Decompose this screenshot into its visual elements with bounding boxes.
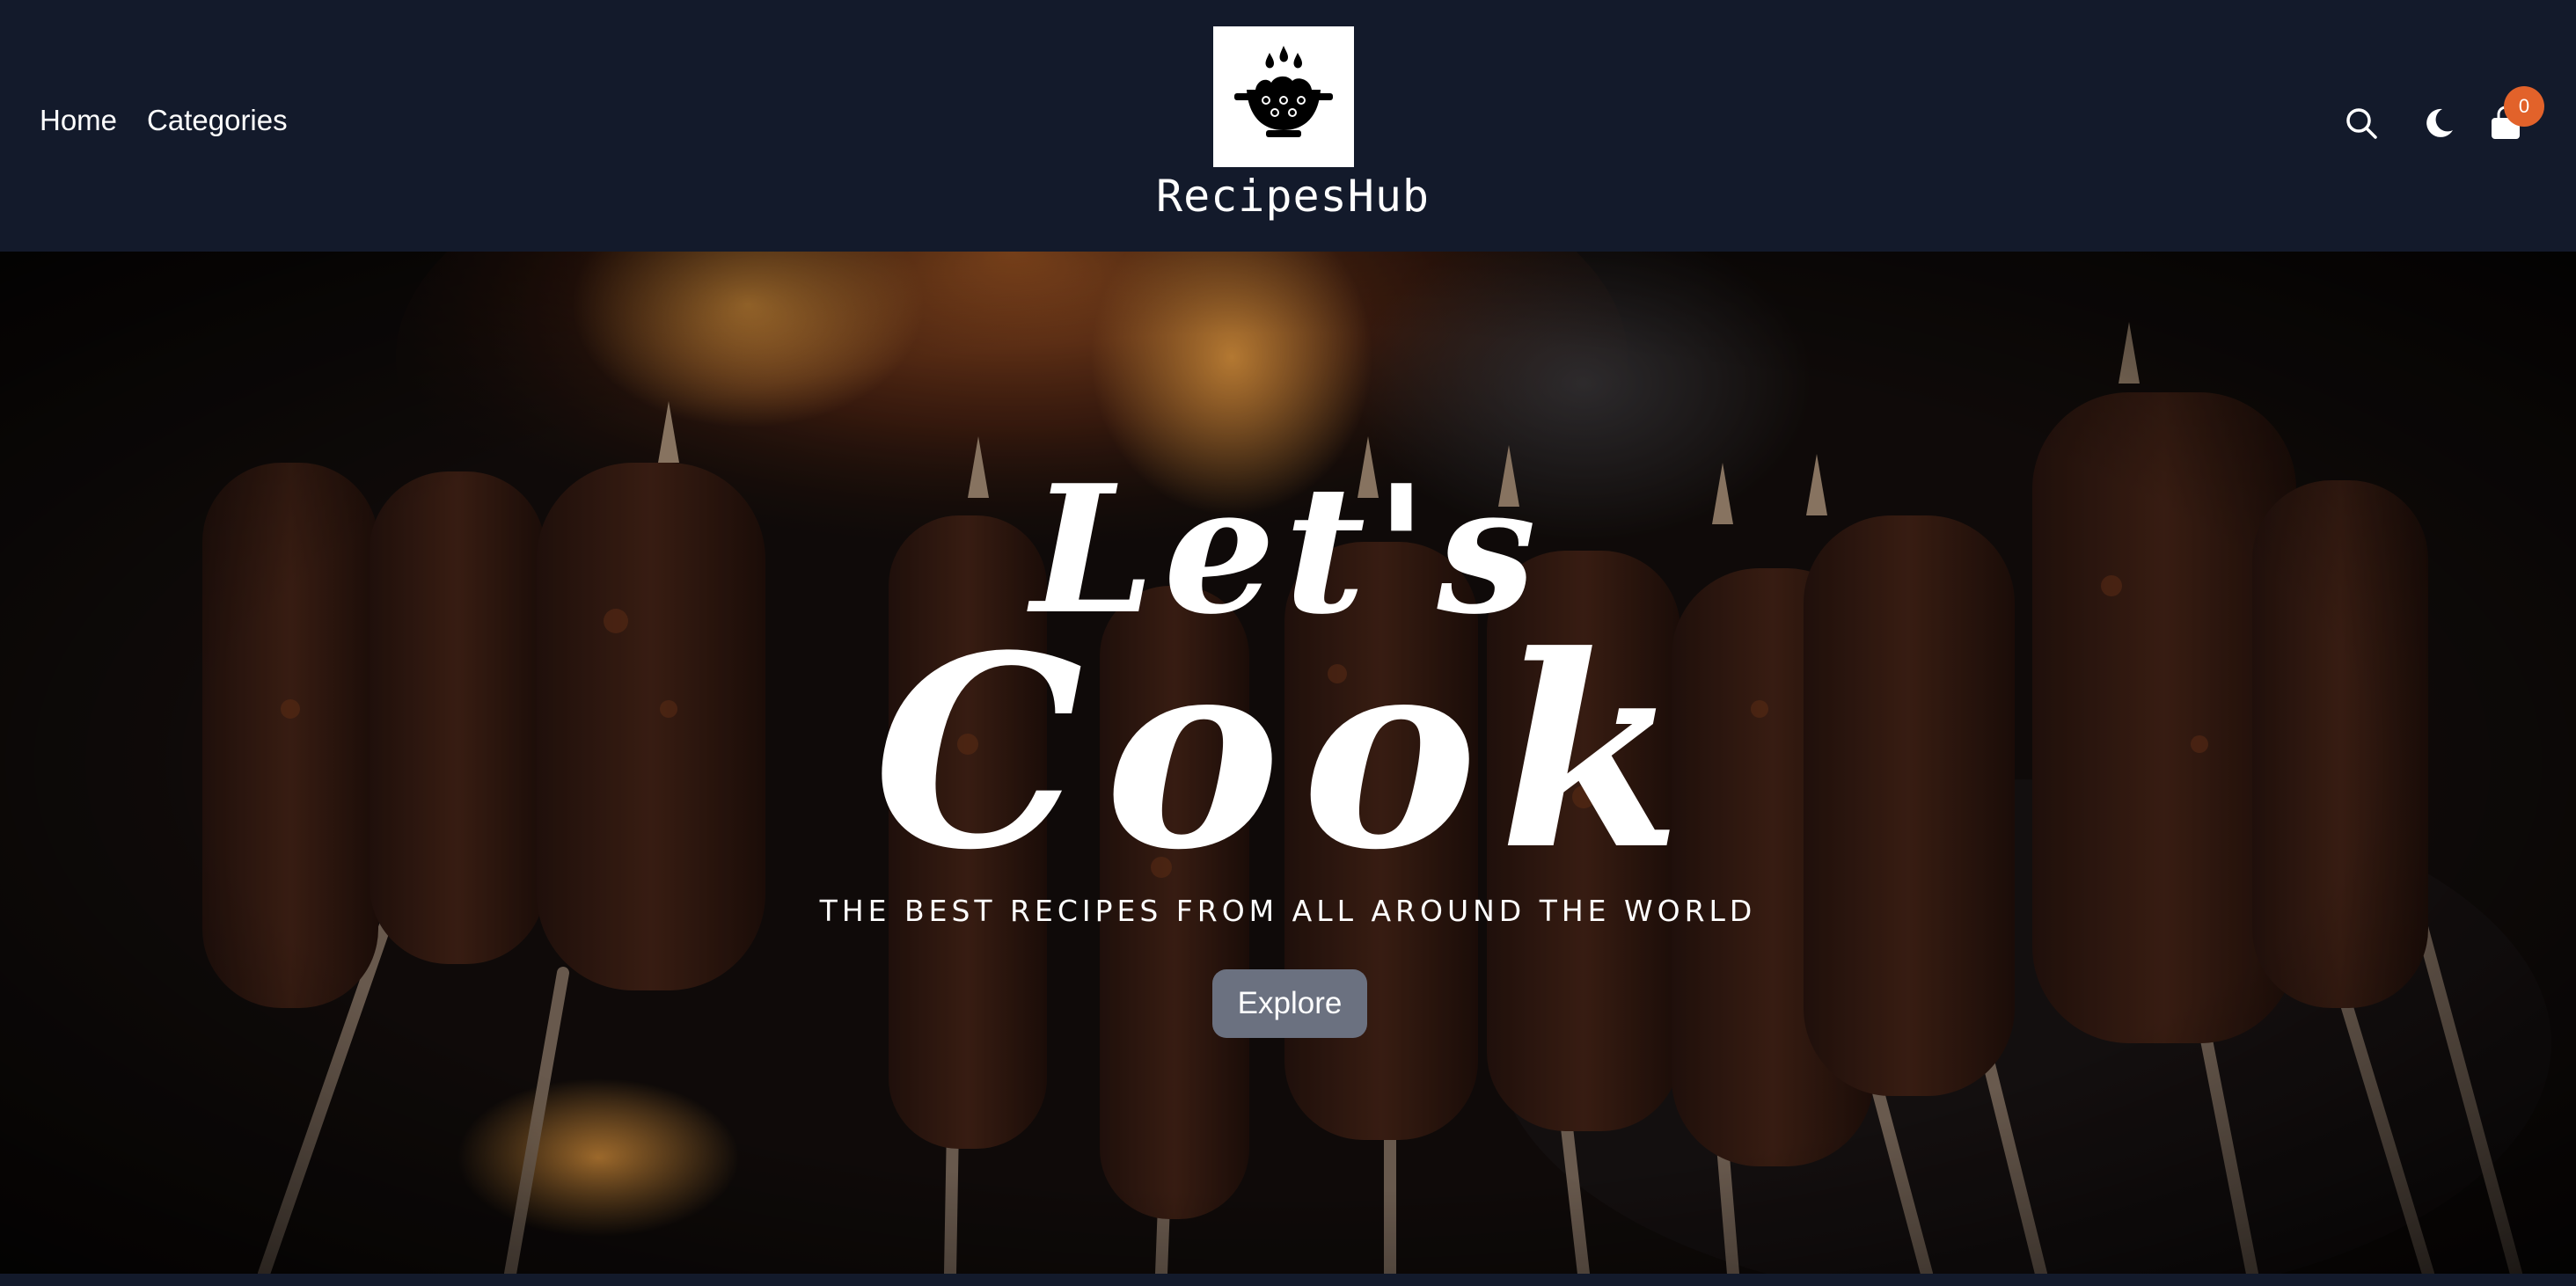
brand-name: RecipesHub	[1156, 171, 1431, 222]
nav-links: Home Categories	[40, 104, 288, 137]
top-navbar: Home Categories RecipesHub 0	[0, 0, 2576, 252]
moon-icon[interactable]	[2412, 97, 2465, 150]
page-bottom-strip	[0, 1274, 2576, 1286]
hero-section: Let's Cook THE BEST RECIPES FROM ALL ARO…	[0, 252, 2576, 1274]
nav-link-categories[interactable]: Categories	[147, 104, 288, 137]
cooking-pot-icon	[1234, 46, 1333, 137]
hero-title-line-2: Cook	[873, 597, 1703, 908]
explore-button[interactable]: Explore	[1212, 969, 1367, 1038]
brand-logo[interactable]: RecipesHub	[1156, 26, 1431, 222]
cart-count-badge: 0	[2504, 86, 2544, 127]
nav-link-home[interactable]: Home	[40, 104, 117, 137]
search-icon[interactable]	[2335, 97, 2388, 150]
logo-box	[1213, 26, 1354, 167]
hero-subtitle: THE BEST RECIPES FROM ALL AROUND THE WOR…	[819, 894, 1757, 928]
